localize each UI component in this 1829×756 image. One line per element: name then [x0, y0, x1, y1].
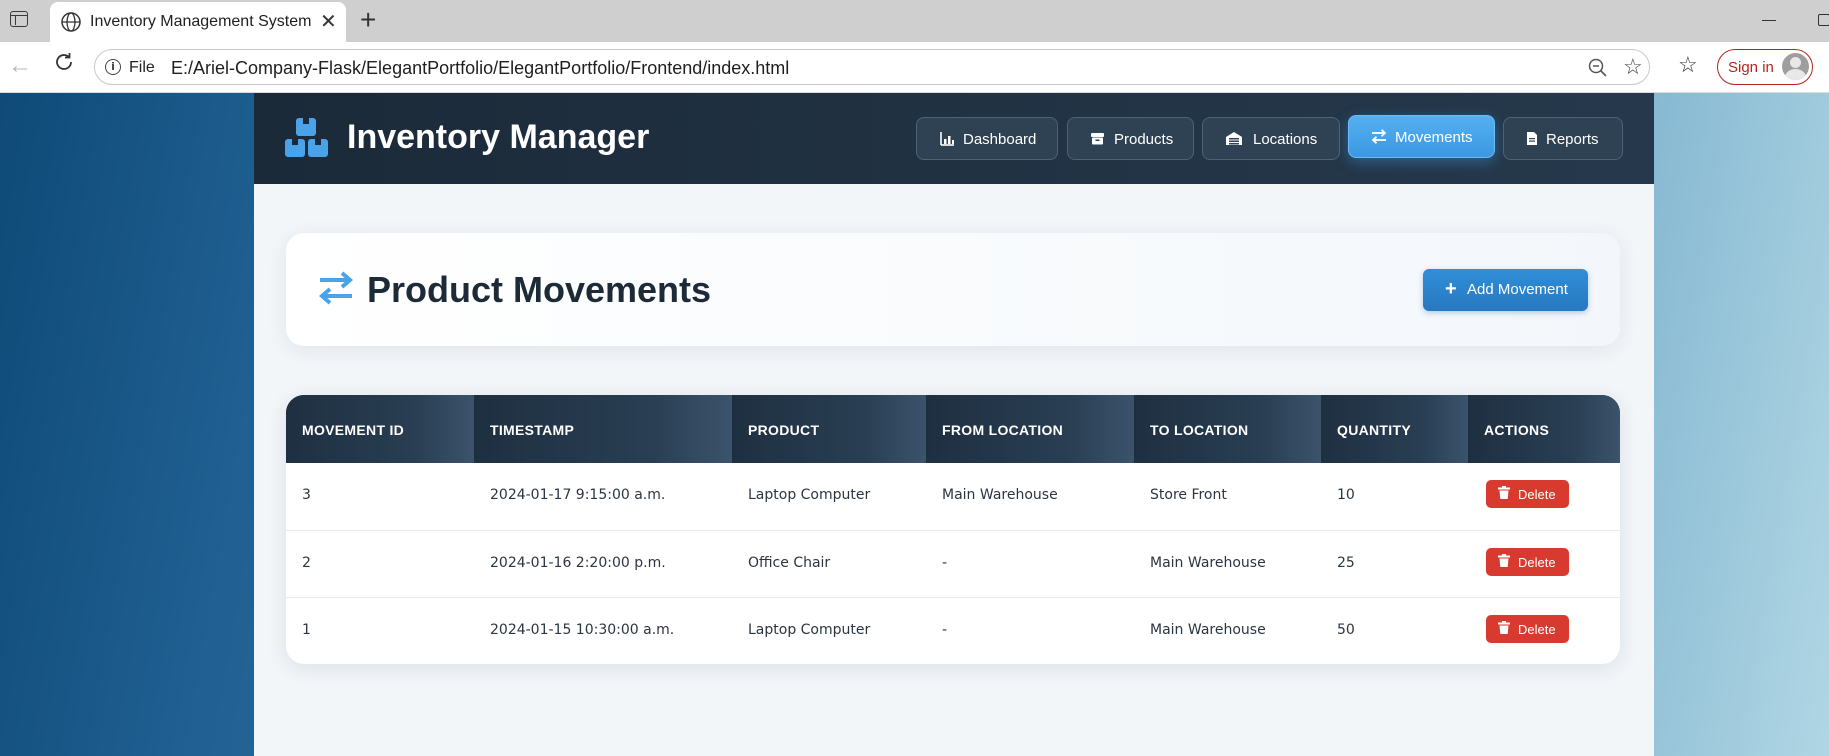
browser-tab[interactable]: Inventory Management System ✕: [50, 2, 346, 42]
cell-product: Laptop Computer: [748, 487, 871, 503]
info-icon[interactable]: i: [105, 59, 121, 75]
cell-product: Laptop Computer: [748, 622, 871, 638]
nav-products-button[interactable]: Products: [1067, 117, 1194, 160]
column-header: TO LOCATION: [1134, 395, 1321, 463]
trash-icon: [1498, 621, 1510, 634]
app-header: Inventory Manager Dashboard Products Loc…: [254, 93, 1654, 184]
nav-movements-label: Movements: [1395, 129, 1473, 146]
movements-table: MOVEMENT ID TIMESTAMP PRODUCT FROM LOCAT…: [286, 395, 1620, 664]
delete-label: Delete: [1518, 487, 1556, 502]
new-tab-icon[interactable]: +: [360, 4, 376, 36]
tab-actions-icon[interactable]: [10, 11, 28, 27]
file-icon: [1527, 132, 1537, 145]
cell-quantity: 50: [1337, 622, 1355, 638]
nav-dashboard-label: Dashboard: [963, 131, 1037, 148]
sign-in-label: Sign in: [1728, 59, 1774, 76]
file-label: File: [129, 59, 155, 76]
browser-tab-bar: Inventory Management System ✕ +: [0, 0, 1829, 42]
add-movement-label: Add Movement: [1467, 281, 1568, 298]
warehouse-icon: [1226, 132, 1242, 145]
globe-icon: [61, 12, 81, 32]
cell-movement-id: 1: [302, 622, 311, 638]
cell-to-location: Main Warehouse: [1150, 622, 1266, 638]
favorite-star-icon[interactable]: ☆: [1623, 54, 1643, 80]
delete-button[interactable]: Delete: [1486, 548, 1569, 576]
add-movement-button[interactable]: + Add Movement: [1423, 269, 1588, 311]
sign-in-button[interactable]: Sign in: [1717, 49, 1813, 85]
cell-to-location: Store Front: [1150, 487, 1227, 503]
address-bar-row: ← i File E:/Ariel-Company-Flask/ElegantP…: [0, 42, 1829, 93]
nav-products-label: Products: [1114, 131, 1174, 148]
delete-label: Delete: [1518, 555, 1556, 570]
boxes-icon: [285, 118, 328, 157]
cell-timestamp: 2024-01-15 10:30:00 a.m.: [490, 622, 675, 638]
delete-button[interactable]: Delete: [1486, 480, 1569, 508]
table-row: 3 2024-01-17 9:15:00 a.m. Laptop Compute…: [286, 463, 1620, 530]
cell-quantity: 10: [1337, 487, 1355, 503]
delete-label: Delete: [1518, 622, 1556, 637]
url-text[interactable]: E:/Ariel-Company-Flask/ElegantPortfolio/…: [171, 58, 789, 79]
cell-timestamp: 2024-01-17 9:15:00 a.m.: [490, 487, 666, 503]
nav-reports-button[interactable]: Reports: [1503, 117, 1623, 160]
page-viewport: Inventory Manager Dashboard Products Loc…: [0, 93, 1829, 756]
nav-locations-label: Locations: [1253, 131, 1318, 148]
page-title-card: Product Movements + Add Movement: [286, 233, 1620, 346]
cell-movement-id: 3: [302, 487, 311, 503]
nav-reports-label: Reports: [1546, 131, 1599, 148]
chart-icon: [940, 132, 954, 146]
cell-timestamp: 2024-01-16 2:20:00 p.m.: [490, 555, 666, 571]
plus-icon: +: [1445, 278, 1457, 300]
table-header: MOVEMENT ID TIMESTAMP PRODUCT FROM LOCAT…: [286, 395, 1620, 463]
delete-button[interactable]: Delete: [1486, 615, 1569, 643]
nav-dashboard-button[interactable]: Dashboard: [916, 117, 1058, 160]
restore-icon[interactable]: [1818, 14, 1829, 26]
tab-title: Inventory Management System: [90, 13, 312, 30]
reload-icon[interactable]: [52, 50, 76, 74]
url-field[interactable]: i File E:/Ariel-Company-Flask/ElegantPor…: [94, 49, 1650, 85]
cell-movement-id: 2: [302, 555, 311, 571]
column-header: FROM LOCATION: [926, 395, 1134, 463]
cell-from-location: -: [942, 555, 948, 571]
zoom-out-icon[interactable]: [1587, 57, 1609, 79]
favorites-icon[interactable]: ☆: [1678, 52, 1698, 78]
table-row: 2 2024-01-16 2:20:00 p.m. Office Chair -…: [286, 530, 1620, 597]
cell-from-location: -: [942, 622, 948, 638]
trash-icon: [1498, 554, 1510, 567]
nav-locations-button[interactable]: Locations: [1202, 117, 1340, 160]
page-title: Product Movements: [367, 269, 712, 310]
app-container: Inventory Manager Dashboard Products Loc…: [254, 93, 1654, 756]
column-header: TIMESTAMP: [474, 395, 732, 463]
cell-product: Office Chair: [748, 555, 831, 571]
back-icon[interactable]: ←: [8, 52, 32, 80]
cell-to-location: Main Warehouse: [1150, 555, 1266, 571]
swap-icon: [1371, 129, 1387, 144]
column-header: MOVEMENT ID: [286, 395, 474, 463]
box-icon: [1091, 133, 1104, 145]
minimize-icon[interactable]: [1762, 20, 1776, 21]
cell-from-location: Main Warehouse: [942, 487, 1058, 503]
swap-icon: [318, 271, 354, 305]
column-header: ACTIONS: [1468, 395, 1620, 463]
nav-movements-button[interactable]: Movements: [1348, 115, 1495, 158]
column-header: PRODUCT: [732, 395, 926, 463]
cell-quantity: 25: [1337, 555, 1355, 571]
column-header: QUANTITY: [1321, 395, 1468, 463]
close-tab-icon[interactable]: ✕: [320, 9, 337, 34]
table-row: 1 2024-01-15 10:30:00 a.m. Laptop Comput…: [286, 597, 1620, 664]
brand-title: Inventory Manager: [347, 118, 650, 156]
avatar: [1782, 53, 1809, 80]
trash-icon: [1498, 486, 1510, 499]
